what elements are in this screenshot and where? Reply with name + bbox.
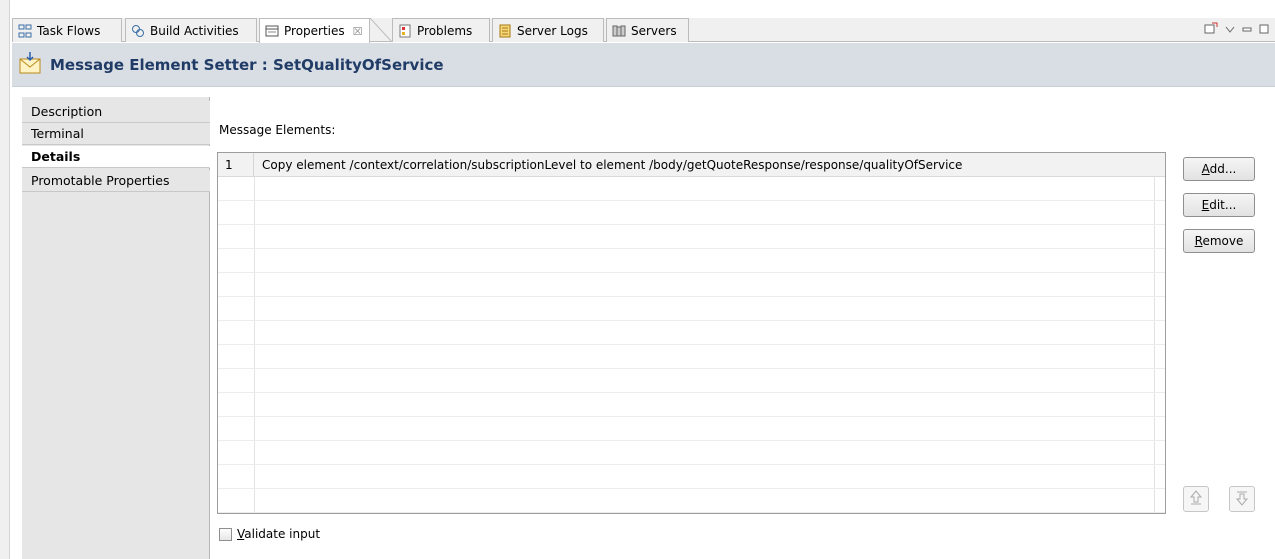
- move-down-button[interactable]: [1229, 486, 1255, 512]
- maximize-icon[interactable]: [1259, 23, 1269, 37]
- tab-separator: [370, 18, 392, 42]
- move-up-icon: [1189, 489, 1203, 509]
- remove-label: emove: [1202, 234, 1244, 248]
- add-mnemonic: A: [1201, 162, 1210, 176]
- properties-header: Message Element Setter : SetQualityOfSer…: [12, 43, 1275, 87]
- tab-label: Task Flows: [37, 23, 101, 38]
- remove-button[interactable]: Remove: [1183, 229, 1255, 253]
- table-row: [218, 393, 1165, 417]
- validate-input-label: Validate input: [237, 527, 320, 541]
- window-gutter: [0, 0, 10, 559]
- problems-icon: [398, 24, 412, 38]
- task-flows-icon: [18, 24, 32, 38]
- table-row: [218, 297, 1165, 321]
- tab-label: Servers: [631, 23, 677, 38]
- table-row: [218, 249, 1165, 273]
- row-text: Copy element /context/correlation/subscr…: [262, 158, 963, 172]
- tab-build-activities[interactable]: Build Activities: [125, 18, 257, 42]
- table-row: [218, 417, 1165, 441]
- row-number: 1: [218, 153, 254, 177]
- page-title: Message Element Setter : SetQualityOfSer…: [50, 55, 444, 74]
- tab-label: Server Logs: [517, 23, 588, 38]
- table-row: [218, 369, 1165, 393]
- category-label: Details: [31, 149, 81, 164]
- close-icon[interactable]: ☒: [353, 25, 363, 38]
- table-row: [218, 177, 1165, 201]
- tab-problems[interactable]: Problems: [392, 18, 490, 42]
- build-activities-icon: [131, 24, 145, 38]
- category-label: Description: [31, 104, 103, 119]
- tab-server-logs[interactable]: Server Logs: [492, 18, 604, 42]
- edit-label: dit...: [1209, 198, 1237, 212]
- tab-servers[interactable]: Servers: [606, 18, 689, 42]
- category-description[interactable]: Description: [22, 101, 210, 123]
- validate-input-checkbox[interactable]: [219, 527, 232, 541]
- tab-label: Problems: [417, 23, 473, 38]
- validate-text: alidate input: [244, 527, 321, 541]
- category-label: Terminal: [31, 126, 84, 141]
- tab-label: Properties: [284, 24, 345, 38]
- validate-input-option[interactable]: Validate input: [219, 527, 320, 541]
- server-logs-icon: [498, 24, 512, 38]
- add-label: dd...: [1209, 162, 1237, 176]
- servers-icon: [612, 24, 626, 38]
- view-tab-bar: Task Flows Build Activities Properties ☒…: [12, 18, 1275, 43]
- move-up-button[interactable]: [1183, 486, 1209, 512]
- table-row: [218, 273, 1165, 297]
- table-row: [218, 465, 1165, 489]
- view-menu-icon[interactable]: [1225, 23, 1235, 37]
- edit-button[interactable]: Edit...: [1183, 193, 1255, 217]
- table-row: [218, 201, 1165, 225]
- properties-icon: [265, 24, 279, 38]
- table-row: [218, 225, 1165, 249]
- message-elements-label: Message Elements:: [219, 123, 336, 137]
- move-down-icon: [1235, 490, 1249, 509]
- view-toolbar: [1204, 22, 1269, 37]
- table-row: [218, 489, 1165, 513]
- minimize-icon[interactable]: [1242, 23, 1252, 37]
- table-row: [218, 441, 1165, 465]
- message-elements-table[interactable]: 1 Copy element /context/correlation/subs…: [217, 152, 1166, 514]
- message-envelope-icon: [18, 52, 42, 77]
- category-promotable-properties[interactable]: Promotable Properties: [22, 170, 210, 192]
- table-row: [218, 321, 1165, 345]
- category-terminal[interactable]: Terminal: [22, 123, 210, 145]
- tab-properties[interactable]: Properties ☒: [259, 18, 370, 43]
- table-row[interactable]: 1 Copy element /context/correlation/subs…: [218, 153, 1165, 177]
- tab-label: Build Activities: [150, 23, 239, 38]
- new-view-icon[interactable]: [1204, 22, 1218, 37]
- add-button[interactable]: Add...: [1183, 157, 1255, 181]
- table-row: [218, 345, 1165, 369]
- category-label: Promotable Properties: [31, 173, 170, 188]
- tab-task-flows[interactable]: Task Flows: [12, 18, 122, 42]
- category-details[interactable]: Details: [22, 146, 210, 168]
